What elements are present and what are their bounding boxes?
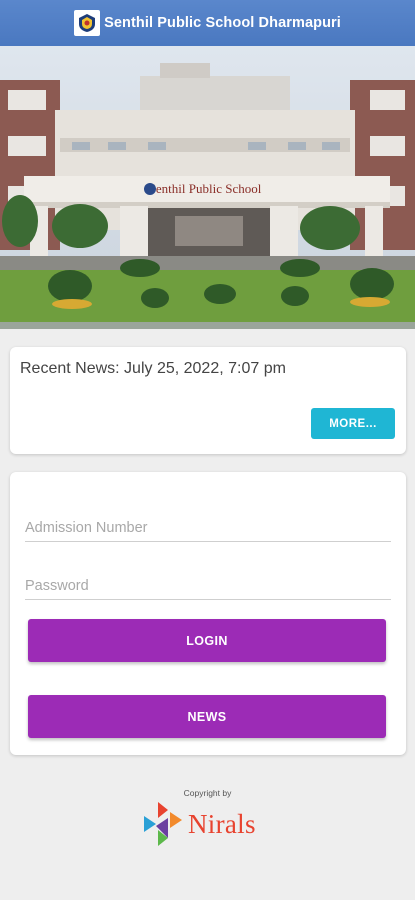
nirals-brand: Nirals xyxy=(140,798,256,850)
copyright-text: Copyright by xyxy=(183,788,232,798)
recent-news-card: Recent News: July 25, 2022, 7:07 pm MORE… xyxy=(10,347,406,454)
brand-name: Nirals xyxy=(188,808,256,839)
password-input[interactable] xyxy=(25,572,391,600)
more-button[interactable]: MORE... xyxy=(311,408,395,439)
page-title: Senthil Public School Dharmapuri xyxy=(104,15,341,31)
recent-news-text: Recent News: July 25, 2022, 7:07 pm xyxy=(20,360,286,377)
admission-number-input[interactable] xyxy=(25,514,391,542)
building-sign: Senthil Public School xyxy=(149,181,262,196)
login-card: LOGIN NEWS xyxy=(10,472,406,755)
app-header: Senthil Public School Dharmapuri xyxy=(0,0,415,46)
school-crest-icon xyxy=(74,10,101,36)
school-building-photo: Senthil Public School xyxy=(0,46,415,329)
login-button[interactable]: LOGIN xyxy=(28,619,386,662)
nirals-logo-icon xyxy=(144,802,182,846)
news-button[interactable]: NEWS xyxy=(28,695,386,738)
